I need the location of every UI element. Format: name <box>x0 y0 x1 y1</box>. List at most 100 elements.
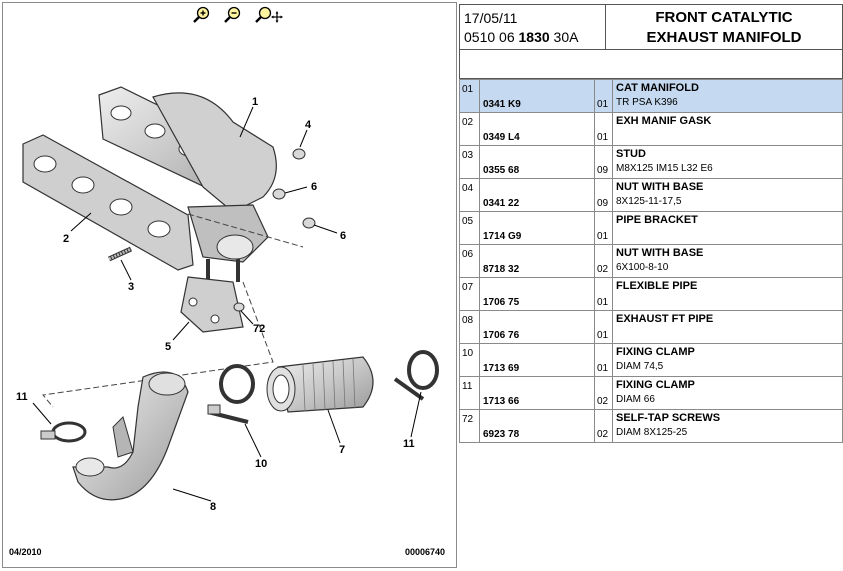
clamp-left-part <box>40 421 87 443</box>
clamp-10-part <box>207 364 255 424</box>
part-name: FIXING CLAMP <box>616 379 695 391</box>
part-reference[interactable]: 1713 66 <box>479 376 595 410</box>
callout-11b[interactable]: 11 <box>403 438 415 450</box>
table-row[interactable]: 03 0355 68 09 STUD M8X125 IM15 L32 E6 <box>459 145 843 179</box>
page-header: 17/05/11 0510 06 1830 30A FRONT CATALYTI… <box>459 4 843 50</box>
part-quantity: 02 <box>594 244 613 278</box>
page-title: FRONT CATALYTIC EXHAUST MANIFOLD <box>605 4 843 50</box>
callout-11a[interactable]: 11 <box>16 391 28 403</box>
part-quantity: 09 <box>594 145 613 179</box>
part-index: 03 <box>459 145 480 179</box>
zoom-out-icon[interactable] <box>223 6 241 24</box>
title-line-1: FRONT CATALYTIC <box>655 9 793 26</box>
part-index: 07 <box>459 277 480 311</box>
part-quantity: 01 <box>594 343 613 377</box>
index-text: 01 <box>462 84 474 95</box>
callout-4[interactable]: 4 <box>305 119 312 131</box>
callout-6a[interactable]: 6 <box>311 181 317 193</box>
index-text: 11 <box>462 381 473 392</box>
part-name: SELF-TAP SCREWS <box>616 412 721 424</box>
front-pipe-part <box>72 371 189 501</box>
nut-part <box>272 148 316 229</box>
part-name: STUD <box>616 148 646 160</box>
diagram-viewer: 1 2 3 4 5 6 6 7 8 10 11 11 72 04/2010 00… <box>2 2 457 568</box>
part-name: EXH MANIF GASK <box>616 115 712 127</box>
part-index: 04 <box>459 178 480 212</box>
part-reference[interactable]: 0349 L4 <box>479 112 595 146</box>
table-row[interactable]: 02 0349 L4 01 EXH MANIF GASK <box>459 112 843 146</box>
part-detail: DIAM 74,5 <box>616 361 664 372</box>
part-quantity: 01 <box>594 112 613 146</box>
callout-6b[interactable]: 6 <box>340 230 346 242</box>
part-index: 02 <box>459 112 480 146</box>
part-detail: M8X125 IM15 L32 E6 <box>616 163 713 174</box>
part-reference[interactable]: 6923 78 <box>479 409 595 443</box>
parts-table: 01 0341 K9 01 CAT MANIFOLD TR PSA K396 02 0349… <box>459 79 843 443</box>
callout-7[interactable]: 7 <box>339 444 345 456</box>
code-bold: 1830 <box>518 29 550 45</box>
part-reference[interactable]: 1714 G9 <box>479 211 595 245</box>
callout-8[interactable]: 8 <box>210 501 216 513</box>
part-index: 11 <box>459 376 480 410</box>
index-text: 06 <box>462 249 474 260</box>
part-quantity: 01 <box>594 211 613 245</box>
part-name: PIPE BRACKET <box>616 214 698 226</box>
callout-3[interactable]: 3 <box>128 281 134 293</box>
diagram-reference: 00006740 <box>405 547 446 557</box>
part-reference[interactable]: 8718 32 <box>479 244 595 278</box>
part-quantity: 02 <box>594 409 613 443</box>
callout-72[interactable]: 72 <box>253 323 265 335</box>
part-description: CAT MANIFOLD TR PSA K396 <box>612 79 843 113</box>
part-index: 72 <box>459 409 480 443</box>
callout-10[interactable]: 10 <box>255 458 267 470</box>
callout-1[interactable]: 1 <box>252 96 258 108</box>
index-text: 03 <box>462 150 474 161</box>
index-text: 10 <box>462 348 474 359</box>
part-quantity: 01 <box>594 310 613 344</box>
part-reference[interactable]: 0341 22 <box>479 178 595 212</box>
table-row[interactable]: 11 1713 66 02 FIXING CLAMP DIAM 66 <box>459 376 843 410</box>
part-name: CAT MANIFOLD <box>616 82 699 94</box>
callout-5[interactable]: 5 <box>165 341 171 353</box>
part-quantity: 09 <box>594 178 613 212</box>
table-row[interactable]: 04 0341 22 09 NUT WITH BASE 8X125-11-17,5 <box>459 178 843 212</box>
part-name: NUT WITH BASE <box>616 181 704 193</box>
part-quantity: 02 <box>594 376 613 410</box>
part-index: 01 <box>459 79 480 113</box>
exploded-diagram: 1 2 3 4 5 6 6 7 8 10 11 11 72 <box>16 86 439 513</box>
table-row[interactable]: 01 0341 K9 01 CAT MANIFOLD TR PSA K396 <box>459 79 843 113</box>
part-detail: TR PSA K396 <box>616 97 678 108</box>
table-row[interactable]: 06 8718 32 02 NUT WITH BASE 6X100-8-10 <box>459 244 843 278</box>
table-row[interactable]: 08 1706 76 01 EXHAUST FT PIPE <box>459 310 843 344</box>
part-quantity: 01 <box>594 277 613 311</box>
table-row[interactable]: 05 1714 G9 01 PIPE BRACKET <box>459 211 843 245</box>
part-reference[interactable]: 0355 68 <box>479 145 595 179</box>
table-row[interactable]: 07 1706 75 01 FLEXIBLE PIPE <box>459 277 843 311</box>
index-text: 08 <box>462 315 474 326</box>
part-detail: 8X125-11-17,5 <box>616 196 682 207</box>
part-reference[interactable]: 0341 K9 <box>479 79 595 113</box>
part-reference[interactable]: 1706 76 <box>479 310 595 344</box>
header-info: 17/05/11 0510 06 1830 30A <box>459 4 606 50</box>
table-row[interactable]: 10 1713 69 01 FIXING CLAMP DIAM 74,5 <box>459 343 843 377</box>
callout-2[interactable]: 2 <box>63 233 69 245</box>
part-reference[interactable]: 1706 75 <box>479 277 595 311</box>
zoom-in-icon[interactable] <box>192 6 210 24</box>
zoom-toolbar <box>3 3 456 27</box>
part-index: 08 <box>459 310 480 344</box>
part-description: PIPE BRACKET <box>612 211 843 245</box>
table-row[interactable]: 72 6923 78 02 SELF-TAP SCREWS DIAM 8X125-25 <box>459 409 843 443</box>
diagram-date: 04/2010 <box>9 547 42 557</box>
part-detail: 6X100-8-10 <box>616 262 669 273</box>
part-description: EXH MANIF GASK <box>612 112 843 146</box>
part-index: 10 <box>459 343 480 377</box>
part-description: SELF-TAP SCREWS DIAM 8X125-25 <box>612 409 843 443</box>
part-description: FLEXIBLE PIPE <box>612 277 843 311</box>
bracket-part <box>180 276 245 333</box>
index-text: 05 <box>462 216 474 227</box>
part-name: FLEXIBLE PIPE <box>616 280 698 292</box>
zoom-pan-icon[interactable] <box>254 6 284 24</box>
index-text: 02 <box>462 117 474 128</box>
part-reference[interactable]: 1713 69 <box>479 343 595 377</box>
flex-pipe-part <box>266 356 374 413</box>
